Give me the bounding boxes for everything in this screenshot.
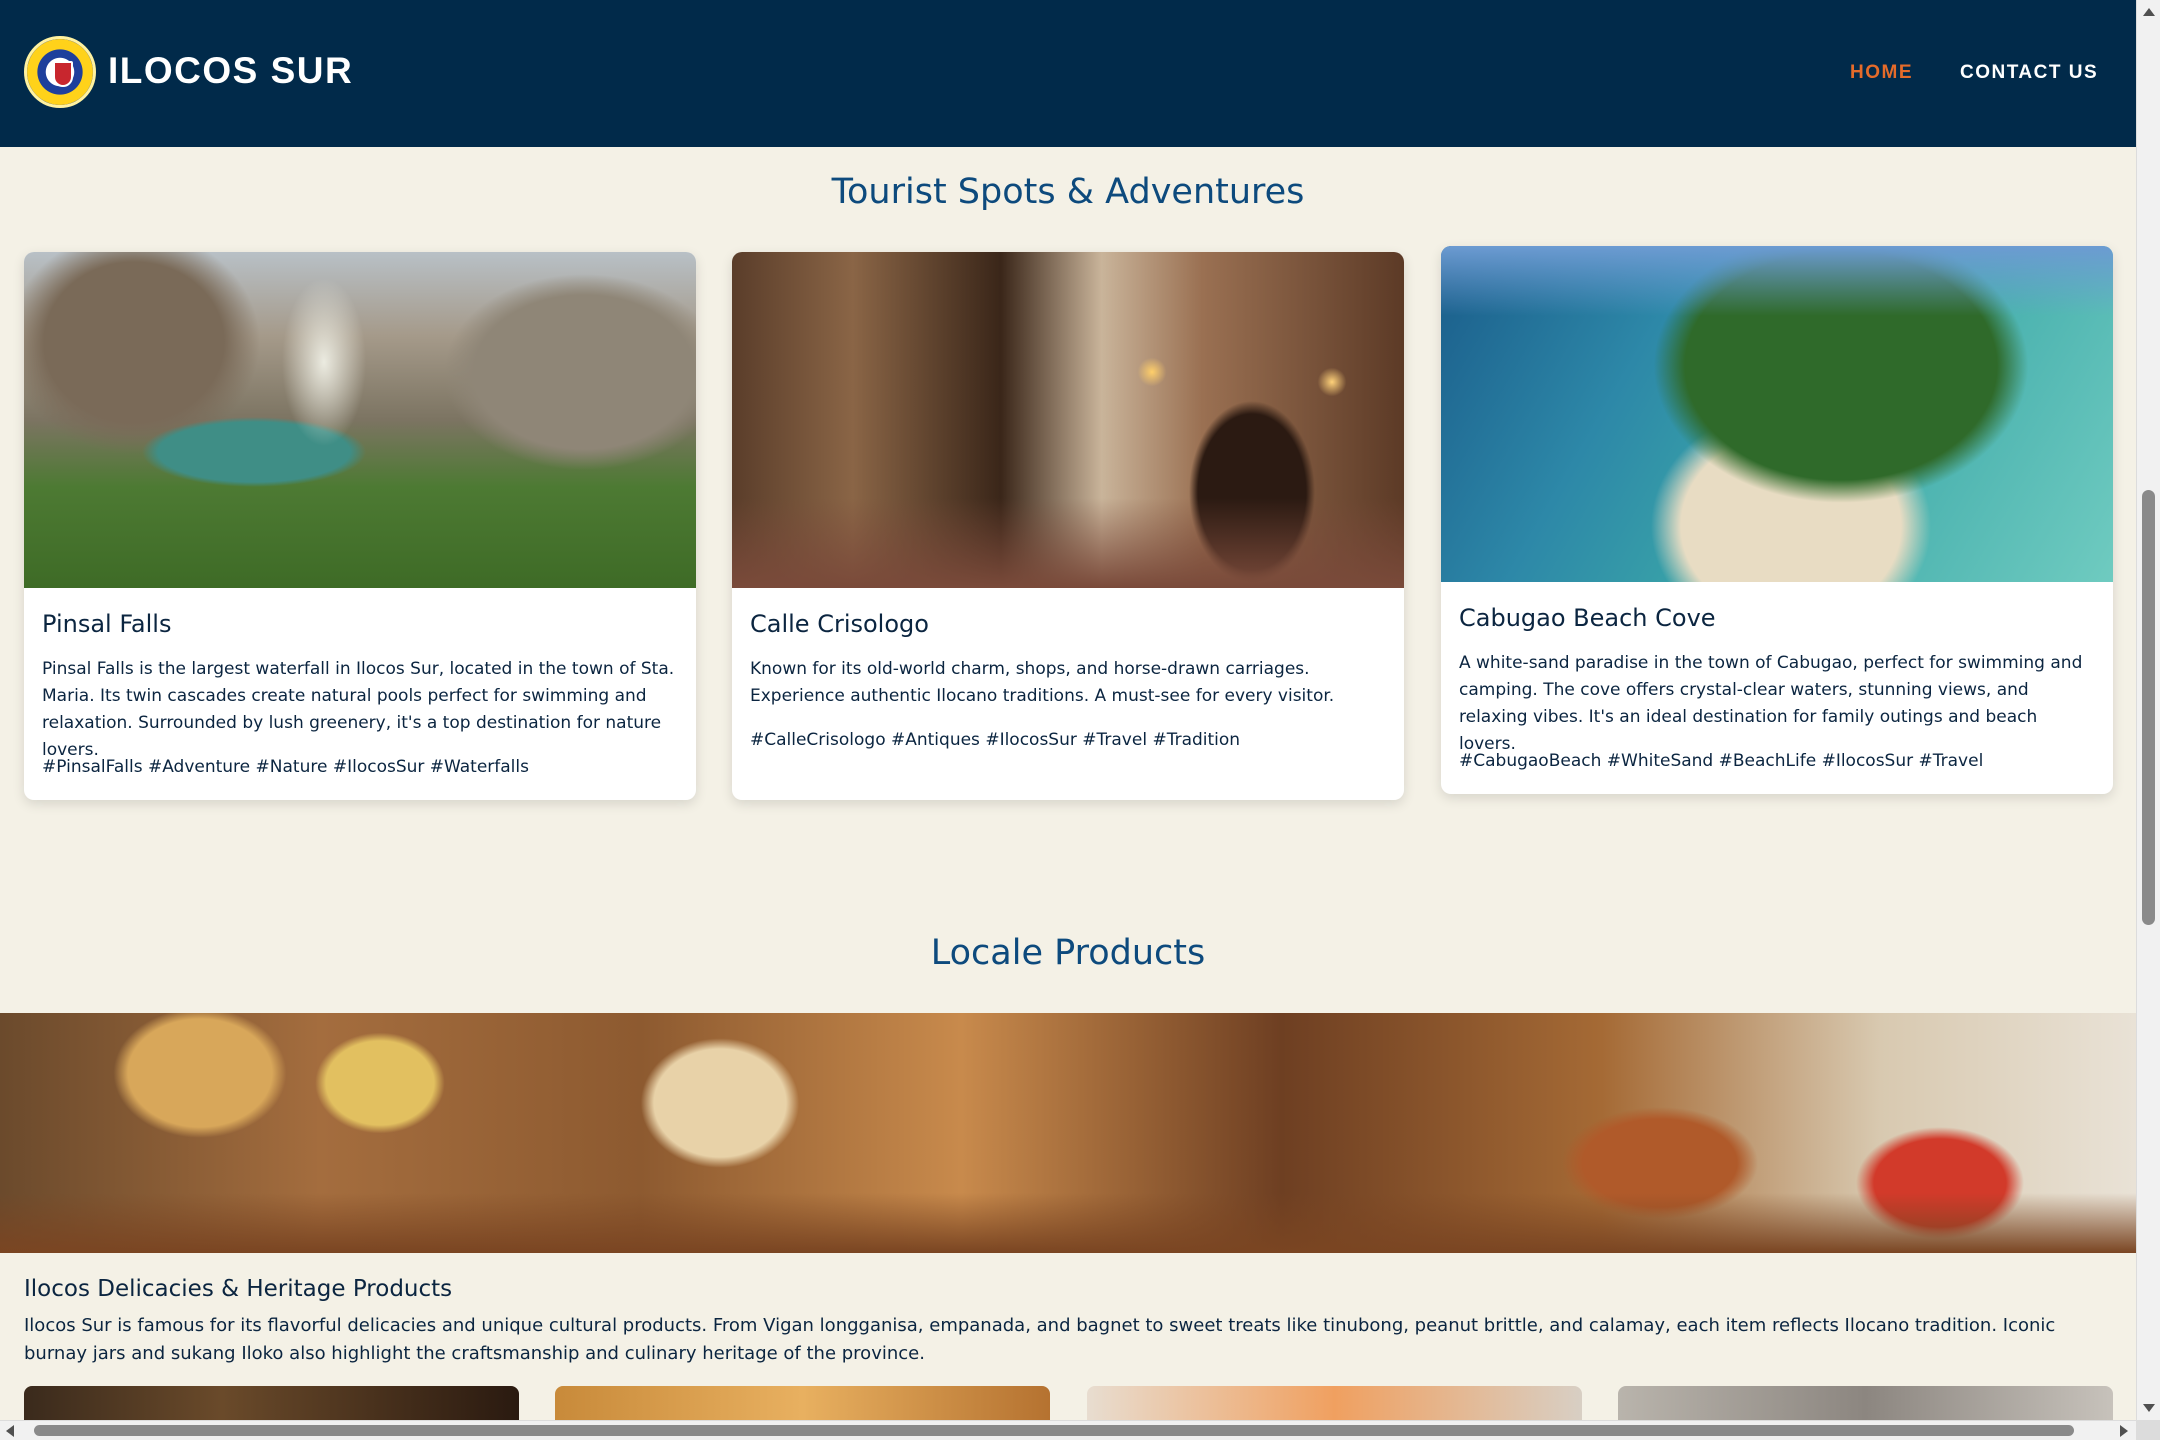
tourist-card-cabugao-beach-cove[interactable]: Cabugao Beach Cove A white-sand paradise… xyxy=(1441,246,2113,794)
shield-icon xyxy=(53,61,73,87)
scroll-down-arrow-icon[interactable] xyxy=(2143,1404,2155,1412)
tourist-card-pinsal-falls[interactable]: Pinsal Falls Pinsal Falls is the largest… xyxy=(24,252,696,800)
card-title: Cabugao Beach Cove xyxy=(1459,604,1716,632)
products-banner-description: Ilocos Sur is famous for its flavorful d… xyxy=(24,1315,2056,1364)
tourist-card-calle-crisologo[interactable]: Calle Crisologo Known for its old-world … xyxy=(732,252,1404,800)
card-description: Pinsal Falls is the largest waterfall in… xyxy=(42,659,675,760)
product-card-image[interactable] xyxy=(24,1386,519,1420)
tourist-section-title: Tourist Spots & Adventures xyxy=(831,172,1305,212)
vertical-scrollbar[interactable] xyxy=(2136,0,2160,1420)
product-card-image[interactable] xyxy=(1087,1386,1582,1420)
scroll-right-arrow-icon[interactable] xyxy=(2120,1425,2128,1437)
scroll-up-arrow-icon[interactable] xyxy=(2143,8,2155,16)
product-card-image[interactable] xyxy=(555,1386,1050,1420)
products-section-title: Locale Products xyxy=(930,933,1206,973)
card-tags: #PinsalFalls #Adventure #Nature #IlocosS… xyxy=(42,757,529,777)
province-seal-logo[interactable] xyxy=(24,36,96,108)
card-title: Calle Crisologo xyxy=(750,610,929,638)
page: ILOCOS SUR HOME CONTACT US Tourist Spots… xyxy=(0,0,2136,1420)
calle-crisologo-image xyxy=(732,252,1404,588)
card-tags: #CalleCrisologo #Antiques #IlocosSur #Tr… xyxy=(750,730,1241,750)
card-description: Known for its old-world charm, shops, an… xyxy=(750,659,1335,706)
card-description: A white-sand paradise in the town of Cab… xyxy=(1459,653,2083,754)
horizontal-scrollbar[interactable] xyxy=(0,1420,2160,1440)
product-card-image[interactable] xyxy=(1618,1386,2113,1420)
products-banner-image xyxy=(0,1013,2136,1253)
brand-title[interactable]: ILOCOS SUR xyxy=(108,50,353,92)
cabugao-beach-image xyxy=(1441,246,2113,582)
top-navbar: ILOCOS SUR HOME CONTACT US xyxy=(0,0,2136,147)
horizontal-scroll-thumb[interactable] xyxy=(34,1425,2074,1436)
nav-contact-link[interactable]: CONTACT US xyxy=(1960,62,2098,84)
vertical-scroll-thumb[interactable] xyxy=(2142,490,2155,925)
scroll-left-arrow-icon[interactable] xyxy=(6,1425,14,1437)
nav-home-link[interactable]: HOME xyxy=(1850,62,1913,84)
pinsal-falls-image xyxy=(24,252,696,588)
scrollbar-corner xyxy=(2136,1420,2160,1440)
card-tags: #CabugaoBeach #WhiteSand #BeachLife #Ilo… xyxy=(1459,751,1984,771)
products-banner-title: Ilocos Delicacies & Heritage Products xyxy=(24,1276,453,1302)
card-title: Pinsal Falls xyxy=(42,610,172,638)
